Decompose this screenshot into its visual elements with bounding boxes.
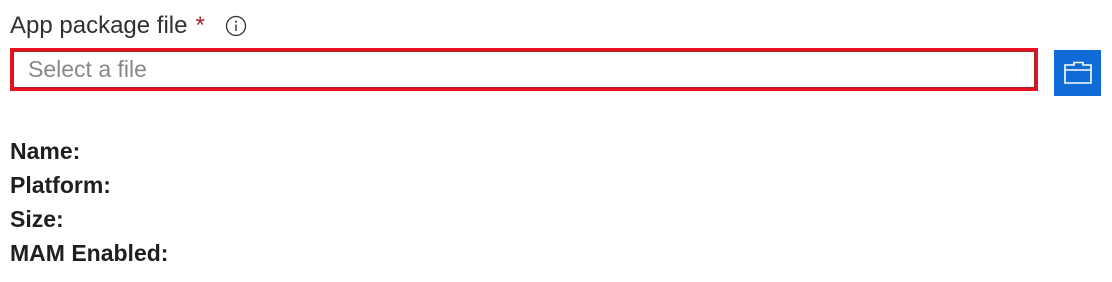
- detail-label: Name:: [10, 138, 81, 164]
- detail-label: Size:: [10, 206, 64, 232]
- browse-file-button[interactable]: [1054, 50, 1101, 96]
- folder-icon: [1063, 61, 1092, 84]
- field-label: App package file: [10, 12, 188, 39]
- info-icon[interactable]: [225, 15, 247, 37]
- detail-label: MAM Enabled:: [10, 240, 169, 266]
- package-details: Name: Platform: Size: MAM Enabled:: [10, 134, 174, 270]
- file-select-field[interactable]: [10, 48, 1038, 91]
- detail-name: Name:: [10, 134, 174, 168]
- app-package-file-label-row: App package file *: [10, 10, 247, 42]
- detail-label: Platform:: [10, 172, 111, 198]
- required-indicator: *: [195, 12, 205, 39]
- detail-size: Size:: [10, 202, 174, 236]
- detail-platform: Platform:: [10, 168, 174, 202]
- file-select-input[interactable]: [28, 56, 1035, 83]
- detail-mam-enabled: MAM Enabled:: [10, 236, 174, 270]
